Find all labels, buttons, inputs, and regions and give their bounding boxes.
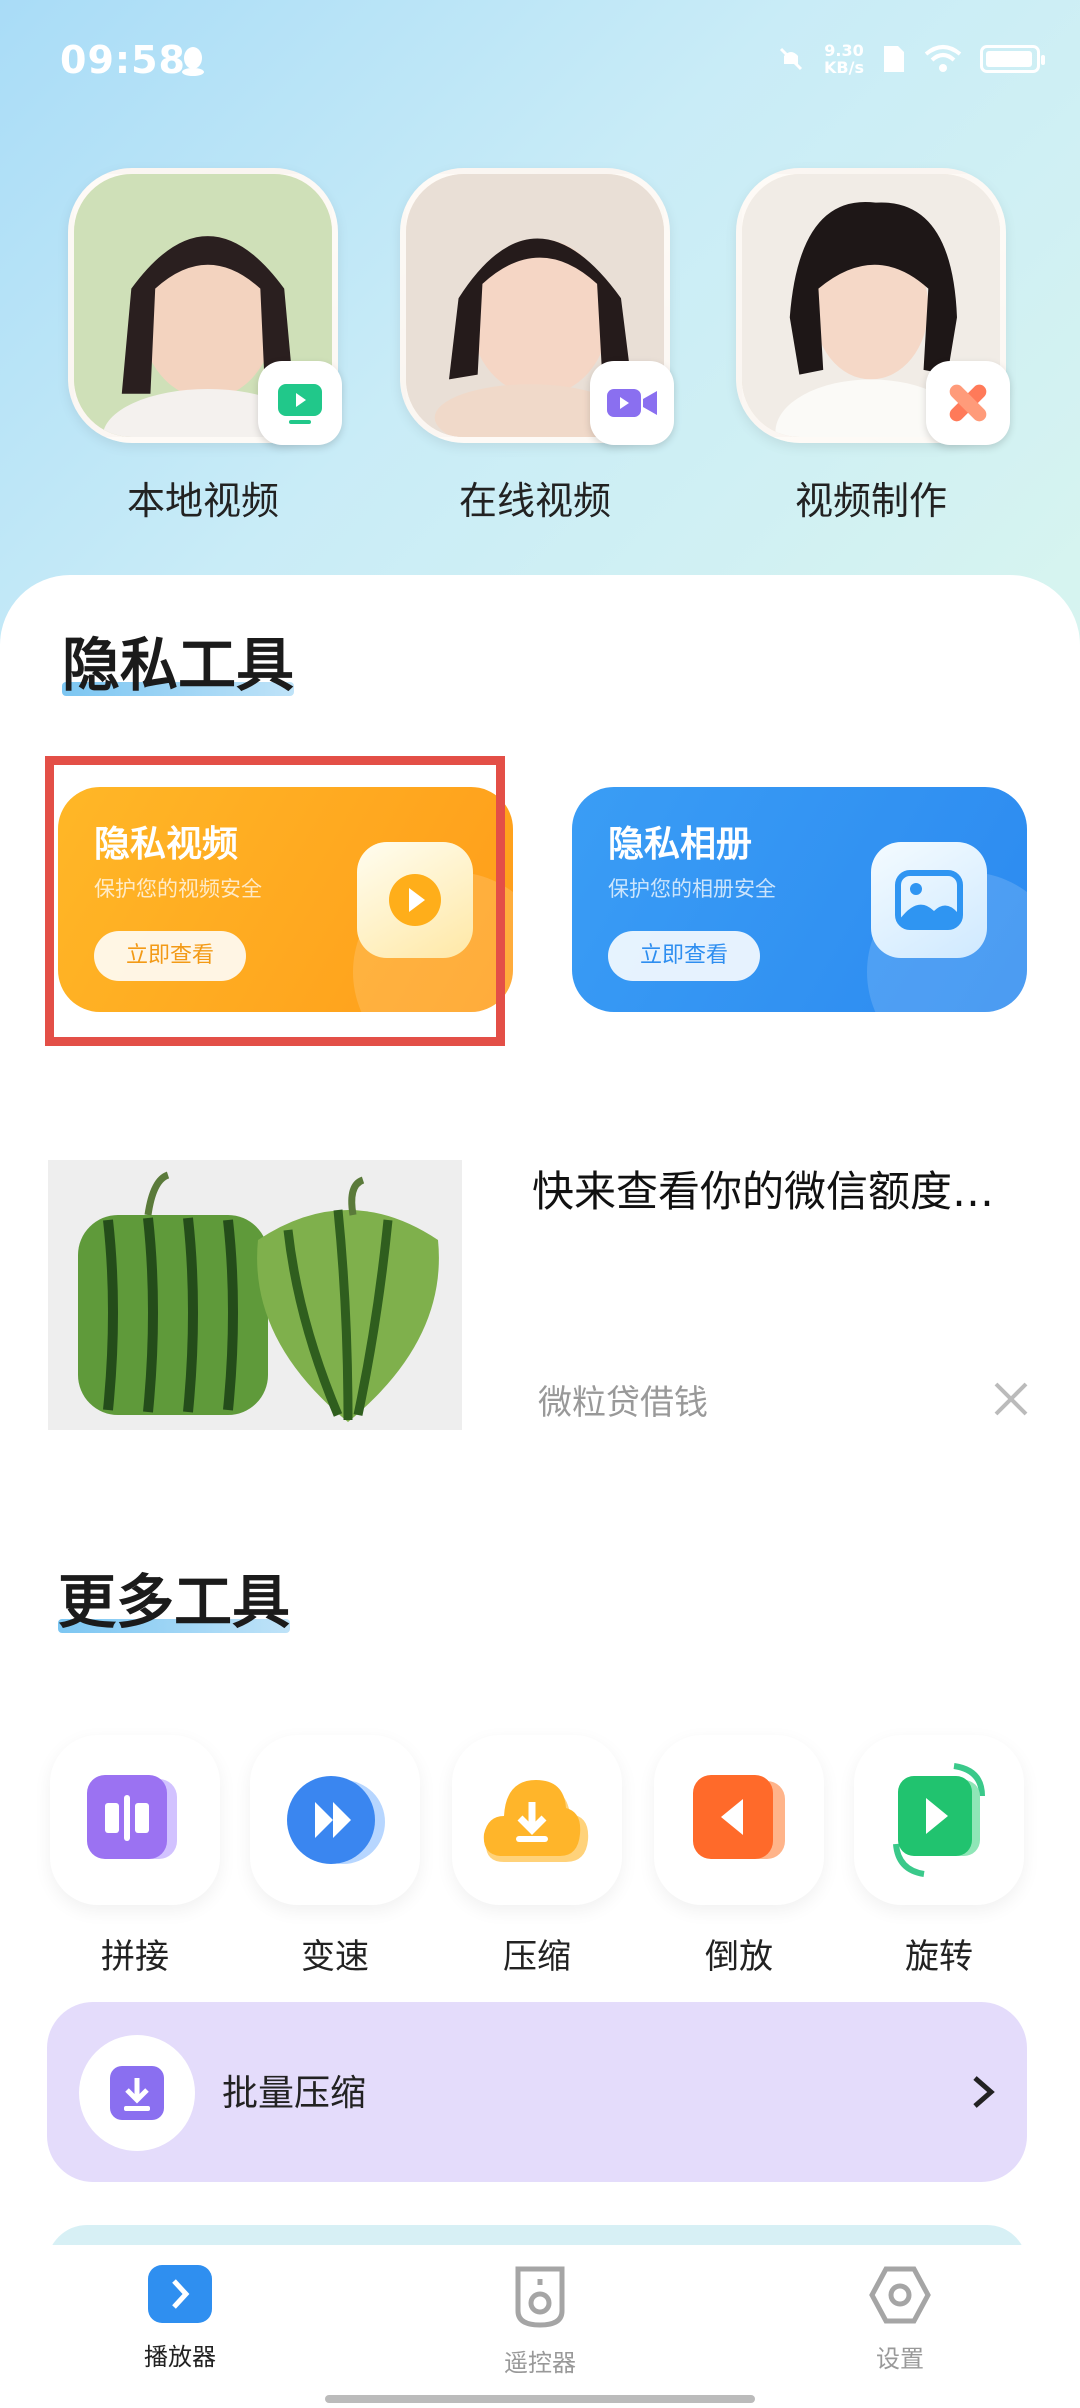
private-album-card[interactable]: 隐私相册 保护您的相册安全 立即查看 xyxy=(572,787,1027,1012)
highlight-box xyxy=(45,756,505,1046)
tool-compress[interactable]: 压缩 xyxy=(452,1735,622,1978)
tile-local-video[interactable] xyxy=(68,168,342,445)
video-camera-icon xyxy=(590,361,674,445)
wifi-icon xyxy=(924,45,962,72)
status-time: 09:58 xyxy=(60,38,186,82)
batch-compress-label: 批量压缩 xyxy=(222,2073,367,2114)
ad-title[interactable]: 快来查看你的微信额度… xyxy=(532,1158,994,1219)
status-icons: 9.30 KB/s xyxy=(776,42,1045,76)
photo-album-icon xyxy=(871,842,987,958)
bottom-nav: 播放器 遥控器 设置 xyxy=(0,2245,1080,2408)
tile-online-video[interactable] xyxy=(400,168,674,445)
net-speed-unit: KB/s xyxy=(824,58,864,77)
close-icon[interactable] xyxy=(990,1378,1032,1420)
tool-label: 旋转 xyxy=(905,1937,973,1977)
tool-speed[interactable]: 变速 xyxy=(250,1735,420,1978)
scissors-icon xyxy=(926,361,1010,445)
net-speed-value: 9.30 xyxy=(824,41,864,60)
splice-icon xyxy=(50,1735,220,1905)
nav-label: 遥控器 xyxy=(504,2349,576,2377)
network-speed: 9.30 KB/s xyxy=(824,42,864,76)
compress-icon xyxy=(452,1735,622,1905)
tile-label: 本地视频 xyxy=(126,479,279,523)
nav-remote[interactable]: 遥控器 xyxy=(470,2265,610,2378)
privacy-tools-title: 隐私工具 xyxy=(62,618,295,702)
download-icon xyxy=(79,2035,195,2151)
tool-label: 倒放 xyxy=(705,1937,773,1977)
battery-icon xyxy=(980,45,1045,73)
watermelon-image xyxy=(48,1160,462,1430)
qq-icon xyxy=(182,47,204,76)
tile-video-making[interactable] xyxy=(736,168,1010,445)
card-subtitle: 保护您的相册安全 xyxy=(608,877,776,901)
player-icon xyxy=(148,2265,212,2323)
section-title-text: 隐私工具 xyxy=(62,631,295,699)
status-bar: 09:58 9.30 KB/s xyxy=(0,0,1080,120)
view-now-button[interactable]: 立即查看 xyxy=(608,931,760,981)
tv-play-icon xyxy=(258,361,342,445)
settings-icon xyxy=(869,2266,931,2324)
nav-settings[interactable]: 设置 xyxy=(830,2265,970,2374)
tool-label: 压缩 xyxy=(503,1937,571,1977)
chevron-right-icon xyxy=(973,2076,995,2108)
reverse-icon xyxy=(654,1735,824,1905)
ad-source: 微粒贷借钱 xyxy=(538,1383,708,1423)
remote-icon xyxy=(515,2266,565,2328)
tool-reverse[interactable]: 倒放 xyxy=(654,1735,824,1978)
batch-compress-row[interactable]: 批量压缩 xyxy=(47,2002,1027,2182)
section-title-text: 更多工具 xyxy=(58,1568,291,1636)
tool-label: 变速 xyxy=(301,1937,369,1977)
card-title: 隐私相册 xyxy=(608,824,753,865)
sim-card-icon xyxy=(884,46,904,72)
tool-label: 拼接 xyxy=(101,1937,169,1977)
nav-player[interactable]: 播放器 xyxy=(110,2265,250,2372)
speed-icon xyxy=(250,1735,420,1905)
home-indicator xyxy=(325,2395,755,2403)
rotate-icon xyxy=(854,1735,1024,1905)
more-tools-title: 更多工具 xyxy=(58,1555,291,1639)
mute-icon xyxy=(779,47,803,71)
nav-label: 播放器 xyxy=(144,2343,216,2371)
tool-splice[interactable]: 拼接 xyxy=(50,1735,220,1978)
tool-rotate[interactable]: 旋转 xyxy=(854,1735,1024,1978)
tile-label: 视频制作 xyxy=(794,479,947,523)
ad-image[interactable] xyxy=(48,1160,462,1430)
tile-label: 在线视频 xyxy=(458,479,611,523)
nav-label: 设置 xyxy=(876,2345,924,2373)
